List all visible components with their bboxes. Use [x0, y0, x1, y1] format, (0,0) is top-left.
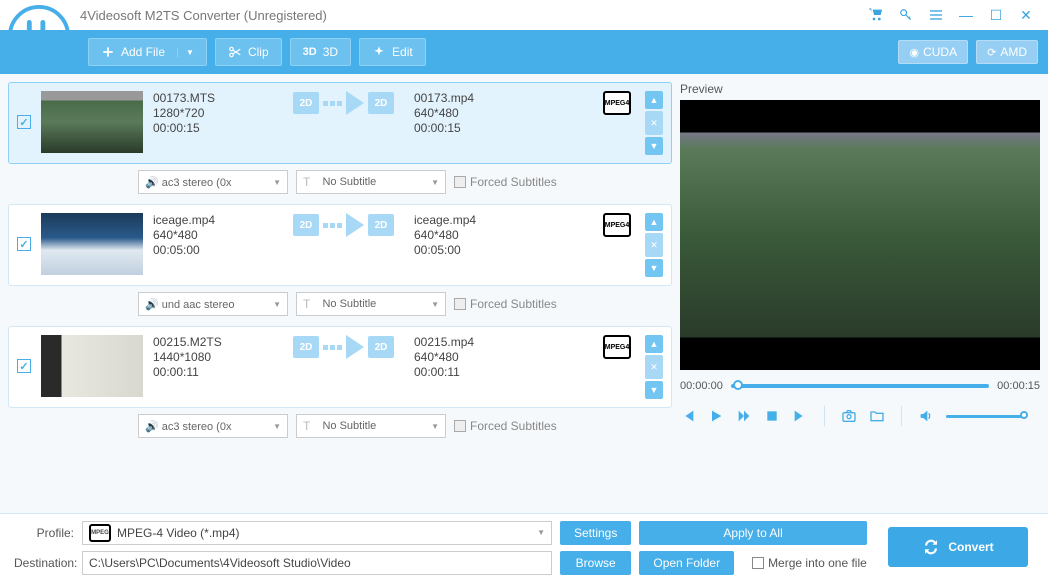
volume-slider[interactable]	[946, 415, 1026, 418]
file-item[interactable]: 00215.M2TS1440*108000:00:11 2D 2D 00215.…	[8, 326, 672, 408]
preview-label: Preview	[680, 82, 1040, 96]
thumbnail	[41, 91, 143, 153]
forced-subtitles-checkbox[interactable]: Forced Subtitles	[454, 419, 557, 433]
open-folder-button[interactable]: Open Folder	[639, 551, 734, 575]
move-down-button[interactable]: ▼	[645, 381, 663, 399]
fastforward-icon[interactable]	[736, 408, 752, 424]
cuda-button[interactable]: ◉ CUDA	[898, 40, 968, 64]
minimize-button[interactable]: —	[954, 3, 978, 27]
close-button[interactable]: ✕	[1014, 3, 1038, 27]
format-icon: MPEG4	[603, 213, 631, 237]
item-checkbox[interactable]	[17, 237, 31, 251]
titlebar: 4Videosoft M2TS Converter (Unregistered)…	[0, 0, 1048, 30]
forced-subtitles-checkbox[interactable]: Forced Subtitles	[454, 297, 557, 311]
destination-input[interactable]	[82, 551, 552, 575]
browse-button[interactable]: Browse	[560, 551, 631, 575]
key-icon[interactable]	[894, 3, 918, 27]
item-checkbox[interactable]	[17, 359, 31, 373]
audio-select[interactable]: 🔊 ac3 stereo (0x	[138, 414, 288, 438]
window-title: 4Videosoft M2TS Converter (Unregistered)	[80, 8, 327, 23]
subtitle-select[interactable]: T No Subtitle	[296, 414, 446, 438]
remove-button[interactable]: ✕	[645, 355, 663, 379]
dest-info: 00215.mp4640*48000:00:11	[414, 335, 534, 379]
preview-panel: Preview 00:00:00 00:00:15	[680, 82, 1040, 505]
stop-icon[interactable]	[764, 408, 780, 424]
preview-video[interactable]	[680, 100, 1040, 370]
mpeg-icon: MPEG	[89, 524, 111, 542]
merge-checkbox[interactable]: Merge into one file	[752, 556, 867, 570]
app-logo	[8, 5, 70, 67]
file-item[interactable]: iceage.mp4640*48000:05:00 2D 2D iceage.m…	[8, 204, 672, 286]
file-item[interactable]: 00173.MTS1280*72000:00:15 2D 2D 00173.mp…	[8, 82, 672, 164]
maximize-button[interactable]: ☐	[984, 3, 1008, 27]
time-total: 00:00:15	[997, 380, 1040, 392]
menu-icon[interactable]	[924, 3, 948, 27]
conversion-arrow: 2D 2D	[293, 335, 394, 359]
volume-icon[interactable]	[918, 408, 934, 424]
file-list: 00173.MTS1280*72000:00:15 2D 2D 00173.mp…	[8, 82, 672, 505]
play-icon[interactable]	[708, 408, 724, 424]
remove-button[interactable]: ✕	[645, 233, 663, 257]
time-current: 00:00:00	[680, 380, 723, 392]
item-checkbox[interactable]	[17, 115, 31, 129]
cart-icon[interactable]	[864, 3, 888, 27]
thumbnail	[41, 335, 143, 397]
toolbar: Add File Clip 3D3D Edit ◉ CUDA ⟳ AMD	[0, 30, 1048, 74]
add-file-button[interactable]: Add File	[88, 38, 207, 66]
move-down-button[interactable]: ▼	[645, 137, 663, 155]
settings-button[interactable]: Settings	[560, 521, 631, 545]
amd-button[interactable]: ⟳ AMD	[976, 40, 1038, 64]
folder-icon[interactable]	[869, 408, 885, 424]
destination-label: Destination:	[14, 556, 74, 570]
audio-select[interactable]: 🔊 und aac stereo	[138, 292, 288, 316]
remove-button[interactable]: ✕	[645, 111, 663, 135]
conversion-arrow: 2D 2D	[293, 91, 394, 115]
seek-slider[interactable]	[731, 384, 989, 388]
subtitle-select[interactable]: T No Subtitle	[296, 170, 446, 194]
profile-select[interactable]: MPEG MPEG-4 Video (*.mp4)	[82, 521, 552, 545]
next-icon[interactable]	[792, 408, 808, 424]
audio-select[interactable]: 🔊 ac3 stereo (0x	[138, 170, 288, 194]
snapshot-icon[interactable]	[841, 408, 857, 424]
format-icon: MPEG4	[603, 335, 631, 359]
move-down-button[interactable]: ▼	[645, 259, 663, 277]
dest-info: iceage.mp4640*48000:05:00	[414, 213, 534, 257]
source-info: 00173.MTS1280*72000:00:15	[153, 91, 273, 135]
convert-button[interactable]: Convert	[888, 527, 1028, 567]
move-up-button[interactable]: ▲	[645, 335, 663, 353]
move-up-button[interactable]: ▲	[645, 91, 663, 109]
prev-icon[interactable]	[680, 408, 696, 424]
thumbnail	[41, 213, 143, 275]
bottom-bar: Profile: MPEG MPEG-4 Video (*.mp4) Setti…	[0, 513, 1048, 581]
subtitle-select[interactable]: T No Subtitle	[296, 292, 446, 316]
profile-label: Profile:	[14, 526, 74, 540]
conversion-arrow: 2D 2D	[293, 213, 394, 237]
3d-button[interactable]: 3D3D	[290, 38, 351, 66]
apply-all-button[interactable]: Apply to All	[639, 521, 866, 545]
dest-info: 00173.mp4640*48000:00:15	[414, 91, 534, 135]
source-info: iceage.mp4640*48000:05:00	[153, 213, 273, 257]
source-info: 00215.M2TS1440*108000:00:11	[153, 335, 273, 379]
clip-button[interactable]: Clip	[215, 38, 282, 66]
format-icon: MPEG4	[603, 91, 631, 115]
edit-button[interactable]: Edit	[359, 38, 426, 66]
move-up-button[interactable]: ▲	[645, 213, 663, 231]
forced-subtitles-checkbox[interactable]: Forced Subtitles	[454, 175, 557, 189]
